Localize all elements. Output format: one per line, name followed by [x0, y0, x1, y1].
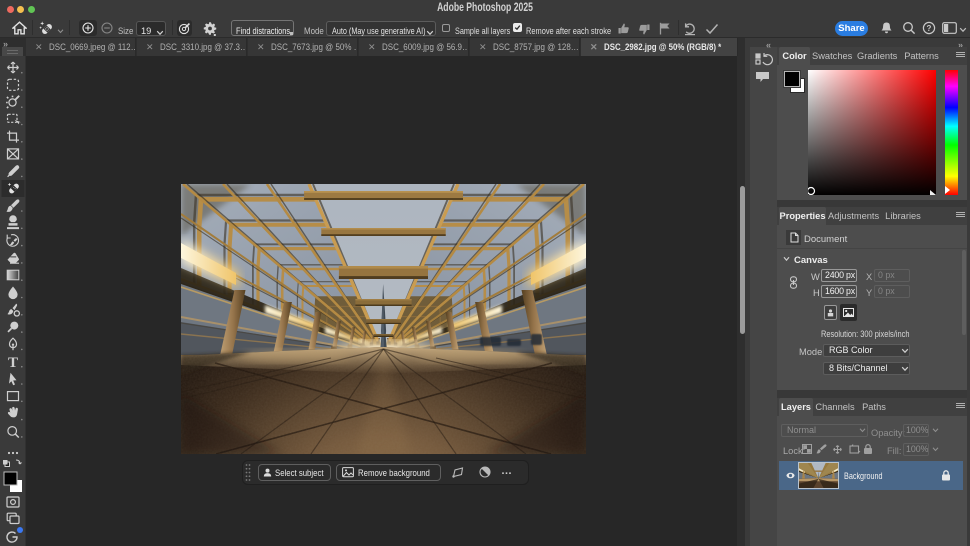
svg-text:T: T: [8, 355, 18, 371]
svg-text:?: ?: [927, 24, 932, 33]
